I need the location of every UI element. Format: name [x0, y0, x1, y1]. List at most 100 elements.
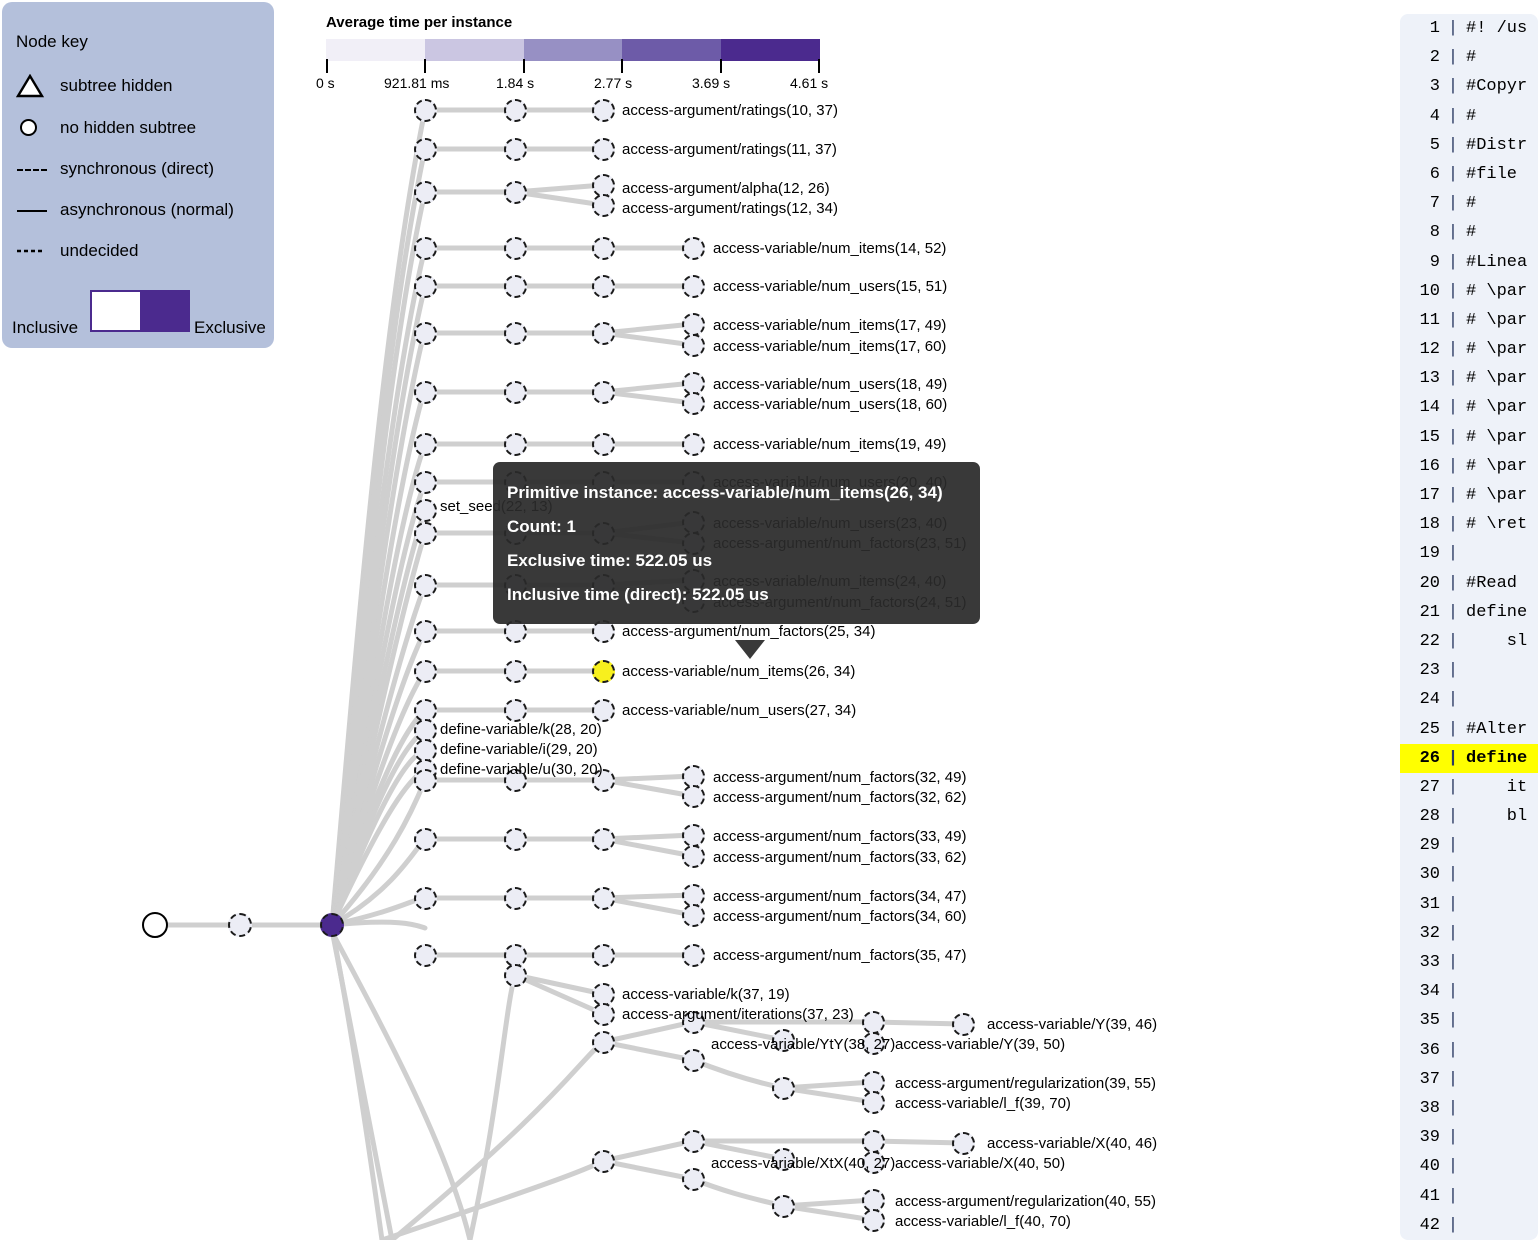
graph-node[interactable] [592, 828, 615, 851]
graph-node[interactable] [414, 381, 437, 404]
graph-node[interactable] [504, 322, 527, 345]
graph-node[interactable] [504, 887, 527, 910]
graph-node[interactable] [592, 275, 615, 298]
code-line[interactable]: 30 | [1400, 860, 1538, 889]
graph-node[interactable] [592, 699, 615, 722]
graph-node[interactable] [592, 138, 615, 161]
graph-node[interactable] [414, 660, 437, 683]
source-code-panel[interactable]: 1 | #! /us 2 | #3 | #Copyr 4 | #5 | #Distr 6 | #file 7 | #… [1400, 14, 1538, 1240]
code-line[interactable]: 29 | [1400, 831, 1538, 860]
graph-node[interactable] [592, 237, 615, 260]
graph-node[interactable] [772, 1195, 795, 1218]
graph-node[interactable] [682, 237, 705, 260]
graph-node[interactable] [592, 99, 615, 122]
code-line[interactable]: 21 | define [1400, 598, 1538, 627]
graph-node[interactable] [682, 433, 705, 456]
code-line[interactable]: 9 | #Linea [1400, 248, 1538, 277]
graph-node[interactable] [414, 944, 437, 967]
graph-node[interactable] [414, 769, 437, 792]
graph-node[interactable] [414, 138, 437, 161]
code-line[interactable]: 28 | bl [1400, 802, 1538, 831]
graph-node[interactable] [414, 471, 437, 494]
code-line[interactable]: 35 | [1400, 1006, 1538, 1035]
graph-node[interactable] [682, 334, 705, 357]
graph-node[interactable] [414, 275, 437, 298]
code-line[interactable]: 14 | # \par [1400, 393, 1538, 422]
graph-node[interactable] [682, 392, 705, 415]
graph-node[interactable] [682, 1049, 705, 1072]
graph-node[interactable] [504, 99, 527, 122]
graph-node[interactable] [952, 1132, 975, 1155]
graph-node[interactable] [228, 913, 252, 937]
code-line[interactable]: 24 | [1400, 685, 1538, 714]
code-line[interactable]: 1 | #! /us [1400, 14, 1538, 43]
graph-node[interactable] [414, 433, 437, 456]
code-line[interactable]: 27 | it [1400, 773, 1538, 802]
code-line[interactable]: 22 | sl [1400, 627, 1538, 656]
graph-node[interactable] [504, 433, 527, 456]
code-line[interactable]: 17 | # \par [1400, 481, 1538, 510]
code-line[interactable]: 40 | [1400, 1152, 1538, 1181]
graph-node[interactable] [682, 275, 705, 298]
code-line[interactable]: 3 | #Copyr [1400, 72, 1538, 101]
graph-node-root[interactable] [142, 912, 168, 938]
code-line[interactable]: 8 | # [1400, 218, 1538, 247]
graph-node[interactable] [504, 964, 527, 987]
graph-node[interactable] [504, 660, 527, 683]
graph-node[interactable] [592, 322, 615, 345]
graph-node[interactable] [682, 904, 705, 927]
graph-node[interactable] [414, 574, 437, 597]
graph-node[interactable] [504, 828, 527, 851]
graph-node[interactable] [414, 887, 437, 910]
code-line[interactable]: 2 | # [1400, 43, 1538, 72]
graph-node[interactable] [592, 887, 615, 910]
graph-node[interactable] [504, 181, 527, 204]
graph-node[interactable] [682, 313, 705, 336]
code-line[interactable]: 19 | [1400, 539, 1538, 568]
graph-node[interactable] [504, 138, 527, 161]
graph-node[interactable] [682, 824, 705, 847]
code-line[interactable]: 37 | [1400, 1065, 1538, 1094]
graph-node[interactable] [592, 433, 615, 456]
graph-node[interactable] [682, 1168, 705, 1191]
graph-node[interactable] [414, 99, 437, 122]
graph-node[interactable] [414, 322, 437, 345]
graph-node[interactable] [592, 944, 615, 967]
code-line[interactable]: 39 | [1400, 1123, 1538, 1152]
graph-node[interactable] [414, 181, 437, 204]
graph-node-set-seed[interactable] [414, 499, 437, 522]
code-line[interactable]: 20 | #Read [1400, 569, 1538, 598]
code-line[interactable]: 42 | [1400, 1211, 1538, 1240]
code-line[interactable]: 25 | #Alter [1400, 715, 1538, 744]
graph-node[interactable] [682, 845, 705, 868]
graph-node[interactable] [682, 785, 705, 808]
graph-node[interactable] [504, 275, 527, 298]
graph-node-highlighted[interactable] [592, 660, 615, 683]
code-line[interactable]: 34 | [1400, 977, 1538, 1006]
code-line[interactable]: 7 | # [1400, 189, 1538, 218]
graph-node[interactable] [862, 1091, 885, 1114]
code-line[interactable]: 41 | [1400, 1182, 1538, 1211]
graph-node[interactable] [414, 522, 437, 545]
graph-node[interactable] [952, 1013, 975, 1036]
code-line[interactable]: 38 | [1400, 1094, 1538, 1123]
graph-node[interactable] [504, 381, 527, 404]
graph-node[interactable] [862, 1011, 885, 1034]
graph-node[interactable] [682, 944, 705, 967]
code-line[interactable]: 12 | # \par [1400, 335, 1538, 364]
graph-node[interactable] [592, 194, 615, 217]
code-line[interactable]: 18 | # \ret [1400, 510, 1538, 539]
graph-node-hub[interactable] [320, 913, 344, 937]
code-line[interactable]: 15 | # \par [1400, 423, 1538, 452]
code-line[interactable]: 32 | [1400, 919, 1538, 948]
graph-node[interactable] [592, 381, 615, 404]
graph-node[interactable] [592, 1031, 615, 1054]
code-line[interactable]: 5 | #Distr [1400, 131, 1538, 160]
graph-node[interactable] [592, 1150, 615, 1173]
graph-node[interactable] [862, 1209, 885, 1232]
code-line[interactable]: 26 | define [1400, 743, 1538, 773]
graph-node[interactable] [414, 620, 437, 643]
code-line[interactable]: 16 | # \par [1400, 452, 1538, 481]
graph-node[interactable] [504, 237, 527, 260]
code-line[interactable]: 23 | [1400, 656, 1538, 685]
